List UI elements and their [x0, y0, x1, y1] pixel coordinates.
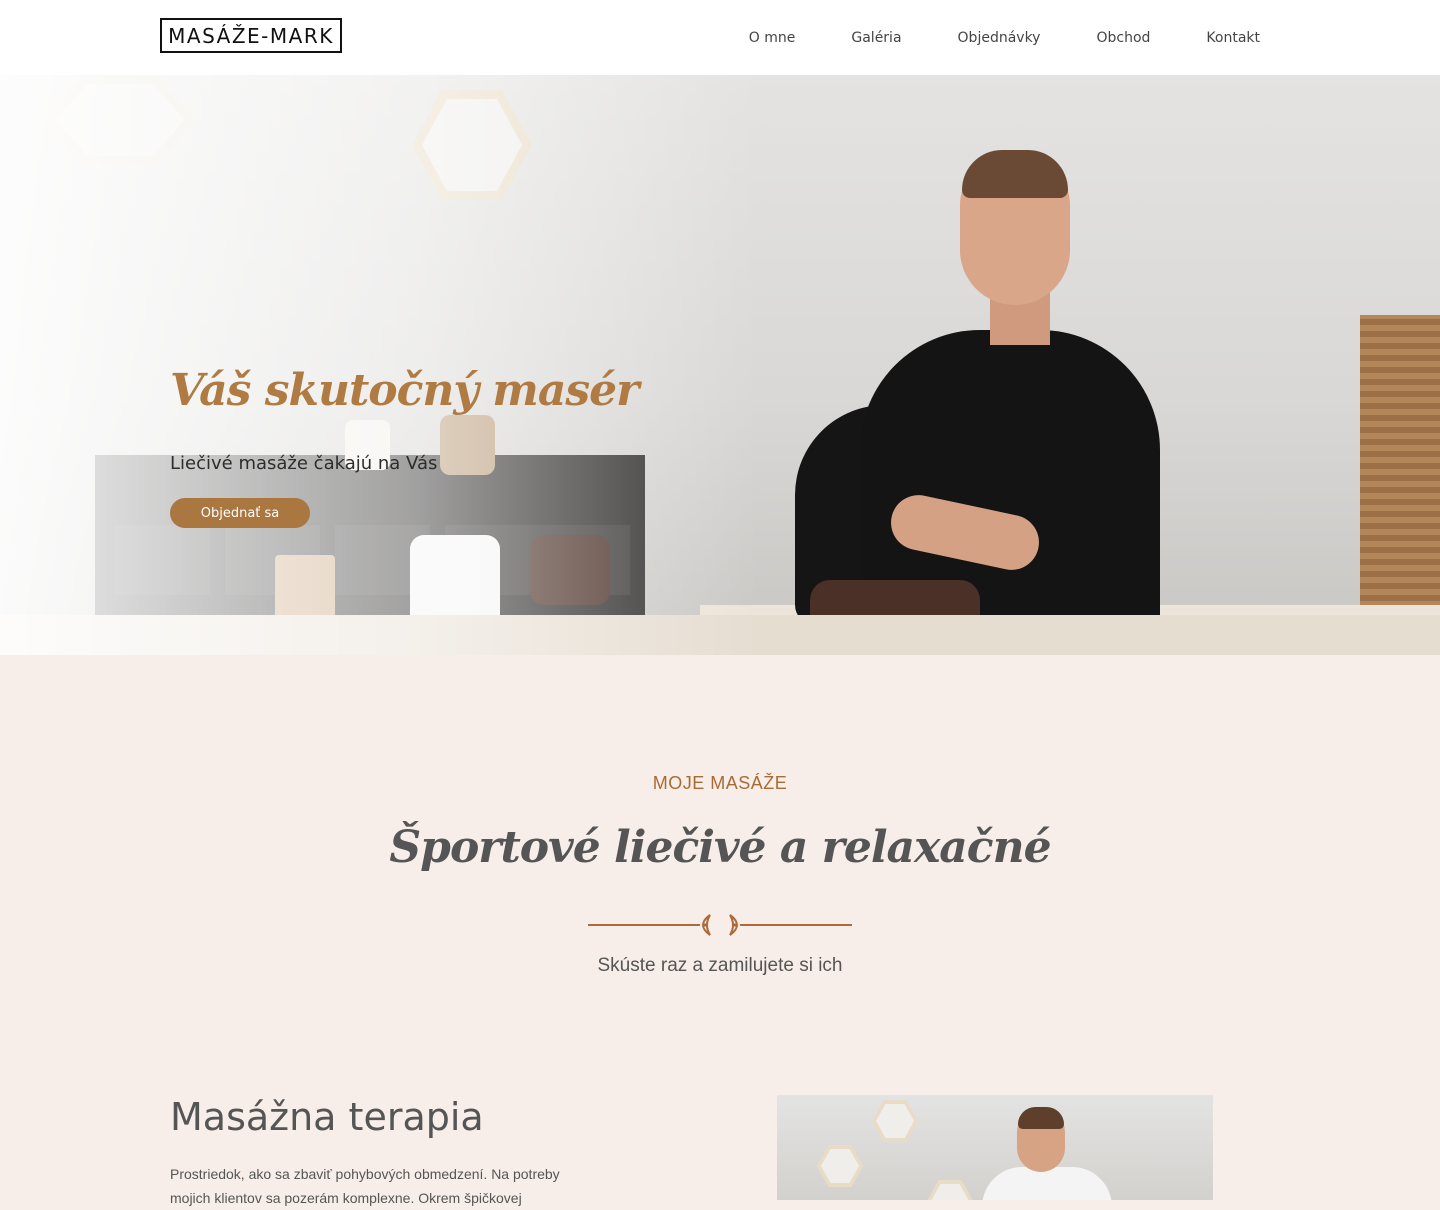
section-title: Športové liečivé a relaxačné: [389, 822, 1051, 873]
site-header: MASÁŽE-MARK O mne Galéria Objednávky Obc…: [0, 0, 1440, 75]
section-subtitle: Skúste raz a zamilujete si ich: [597, 955, 843, 976]
section-kicker: MOJE MASÁŽE: [652, 773, 788, 793]
hero-title: Váš skutočný masér: [170, 365, 639, 416]
leaf-divider-icon: [588, 914, 852, 936]
therapy-photo: [777, 1095, 1213, 1200]
hero-banner: Váš skutočný masér Liečivé masáže čakajú…: [0, 75, 1440, 655]
site-logo[interactable]: MASÁŽE-MARK: [160, 18, 342, 53]
nav-link-kontakt[interactable]: Kontakt: [1206, 30, 1260, 46]
therapy-title: Masážna terapia: [170, 1095, 484, 1139]
book-now-button[interactable]: Objednať sa: [170, 498, 310, 528]
therapy-text: Prostriedok, ako sa zbaviť pohybových ob…: [170, 1166, 560, 1206]
wooden-screen: [1360, 315, 1440, 655]
main-nav: O mne Galéria Objednávky Obchod Kontakt: [693, 0, 1260, 75]
nav-link-o-mne[interactable]: O mne: [749, 30, 796, 46]
nav-link-galeria[interactable]: Galéria: [851, 30, 901, 46]
hero-subtitle: Liečivé masáže čakajú na Vás: [170, 453, 438, 474]
nav-link-objednavky[interactable]: Objednávky: [958, 30, 1041, 46]
nav-link-obchod[interactable]: Obchod: [1096, 30, 1150, 46]
